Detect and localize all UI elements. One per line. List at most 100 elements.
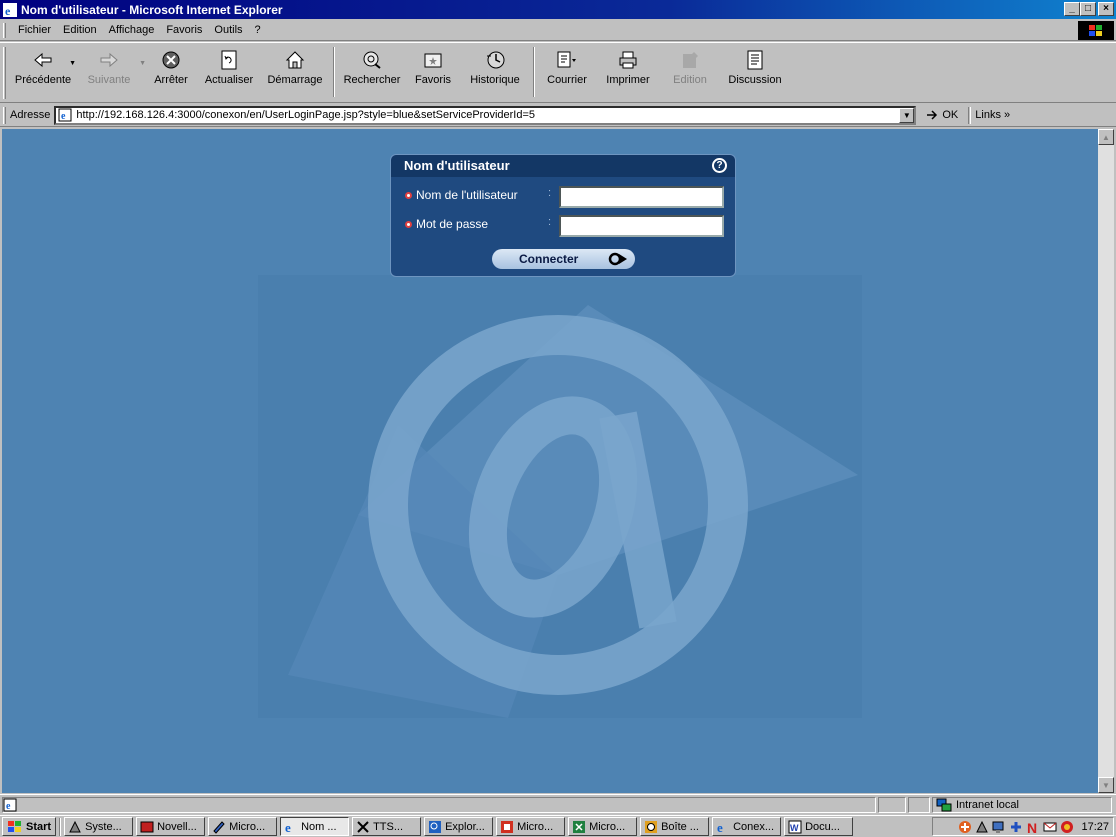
task-tts[interactable]: TTS... (352, 817, 422, 836)
app-icon (213, 820, 225, 834)
task-document[interactable]: W Docu... (784, 817, 854, 836)
forward-arrow-icon (98, 49, 120, 71)
stop-button[interactable]: Arrêter (144, 43, 198, 99)
go-button[interactable]: OK (926, 109, 958, 121)
stop-label: Arrêter (154, 74, 188, 86)
back-button[interactable]: Précédente ▼ (12, 43, 76, 99)
svg-text:e: e (6, 801, 11, 812)
address-input[interactable]: e http://192.168.126.4:3000/conexon/en/U… (54, 105, 917, 125)
history-icon (484, 49, 506, 71)
task-label: Micro... (229, 820, 266, 833)
computer-icon[interactable] (992, 820, 1006, 834)
task-nom[interactable]: e Nom ... (280, 817, 350, 836)
task-novell[interactable]: Novell... (136, 817, 206, 836)
connect-arrow-icon (608, 252, 627, 266)
title-bar: e Nom d'utilisateur - Microsoft Internet… (0, 0, 1116, 19)
connection-icon[interactable] (1009, 820, 1023, 834)
task-conexon[interactable]: e Conex... (712, 817, 782, 836)
maximize-button[interactable]: □ (1080, 2, 1096, 16)
password-separator: : (548, 216, 552, 228)
status-cell-empty (908, 796, 930, 813)
task-label: Boîte ... (661, 820, 699, 833)
excel-icon (573, 820, 586, 833)
task-explorer[interactable]: Explor... (424, 817, 494, 836)
go-label: OK (942, 109, 959, 121)
search-icon (361, 49, 383, 71)
links-button[interactable]: Links » (975, 109, 1010, 121)
close-button[interactable]: × (1098, 2, 1114, 16)
home-icon (284, 49, 306, 71)
task-label: Micro... (517, 820, 554, 833)
antivirus-icon[interactable] (975, 820, 989, 834)
connect-button[interactable]: Connecter (492, 249, 635, 269)
task-label: Explor... (445, 820, 485, 833)
password-input[interactable] (559, 215, 724, 237)
scroll-down-button[interactable]: ▼ (1098, 777, 1114, 793)
stop-icon (160, 49, 182, 71)
menu-edition[interactable]: Edition (57, 24, 103, 36)
address-dropdown-button[interactable]: ▼ (899, 107, 915, 123)
ie-logo-icon: e (3, 2, 17, 17)
menu-affichage[interactable]: Affichage (103, 24, 161, 36)
mail-notify-icon[interactable] (1043, 820, 1057, 834)
svg-text:e: e (5, 4, 11, 17)
username-input[interactable] (559, 186, 724, 208)
security-zone-cell: Intranet local (932, 796, 1112, 813)
task-microsoft-excel[interactable]: Micro... (568, 817, 638, 836)
username-separator: : (548, 187, 552, 199)
novell-n-icon[interactable]: N (1026, 820, 1040, 834)
links-separator (968, 106, 972, 124)
edit-button[interactable]: Edition (660, 43, 720, 99)
history-button[interactable]: Historique (460, 43, 530, 99)
discussion-button[interactable]: Discussion (720, 43, 790, 99)
edit-icon (679, 49, 701, 71)
favorites-icon (422, 49, 444, 71)
menu-fichier[interactable]: Fichier (12, 24, 57, 36)
standard-toolbar: Précédente ▼ Suivante ▼ Arrêter Actualis… (0, 42, 1116, 103)
home-button[interactable]: Démarrage (260, 43, 330, 99)
print-button[interactable]: Imprimer (596, 43, 660, 99)
menu-bar: Fichier Edition Affichage Favoris Outils… (0, 20, 1116, 41)
forward-button[interactable]: Suivante ▼ (74, 43, 146, 99)
search-button[interactable]: Rechercher (338, 43, 406, 99)
svg-text:e: e (61, 111, 66, 122)
menu-outils[interactable]: Outils (208, 24, 248, 36)
scroll-up-button[interactable]: ▲ (1098, 129, 1114, 145)
vertical-scrollbar[interactable]: ▲ ▼ (1098, 129, 1114, 793)
home-label: Démarrage (267, 74, 323, 86)
mail-button[interactable]: Courrier (538, 43, 596, 99)
task-inbox[interactable]: Boîte ... (640, 817, 710, 836)
address-grip (3, 106, 6, 124)
edit-label: Edition (673, 74, 707, 86)
menu-favoris[interactable]: Favoris (160, 24, 208, 36)
start-label: Start (26, 820, 52, 833)
task-label: TTS... (373, 820, 404, 833)
page-content: Nom d'utilisateur ? Nom de l'utilisateur… (2, 129, 1098, 793)
start-button[interactable]: Start (2, 817, 57, 836)
refresh-button[interactable]: Actualiser (198, 43, 260, 99)
task-microsoft-powerpoint[interactable]: Micro... (496, 817, 566, 836)
minimize-button[interactable]: _ (1064, 2, 1080, 16)
task-microsoft[interactable]: Micro... (208, 817, 278, 836)
windows-flag-icon (8, 820, 21, 832)
favorites-button[interactable]: Favoris (406, 43, 460, 99)
svg-text:N: N (1027, 820, 1037, 834)
login-title: Nom d'utilisateur (391, 155, 735, 177)
task-system[interactable]: Syste... (64, 817, 134, 836)
help-icon[interactable]: ? (712, 158, 727, 173)
word-icon: W (788, 820, 802, 833)
print-icon (617, 49, 639, 71)
system-tray: N 17:27 (932, 817, 1114, 836)
scheduler-icon[interactable] (1060, 820, 1074, 834)
login-panel: Nom d'utilisateur ? Nom de l'utilisateur… (390, 154, 736, 277)
menu-grip (3, 23, 6, 38)
menu-help[interactable]: ? (249, 24, 267, 36)
history-label: Historique (470, 74, 520, 86)
network-icon[interactable] (958, 820, 972, 834)
password-label: Mot de passe (416, 217, 489, 231)
toolbar-grip (3, 47, 6, 99)
zone-label: Intranet local (956, 798, 1019, 811)
address-bar: Adresse e http://192.168.126.4:3000/cone… (0, 104, 1116, 127)
mail-label: Courrier (547, 74, 587, 86)
page-status-icon: e (3, 798, 17, 812)
